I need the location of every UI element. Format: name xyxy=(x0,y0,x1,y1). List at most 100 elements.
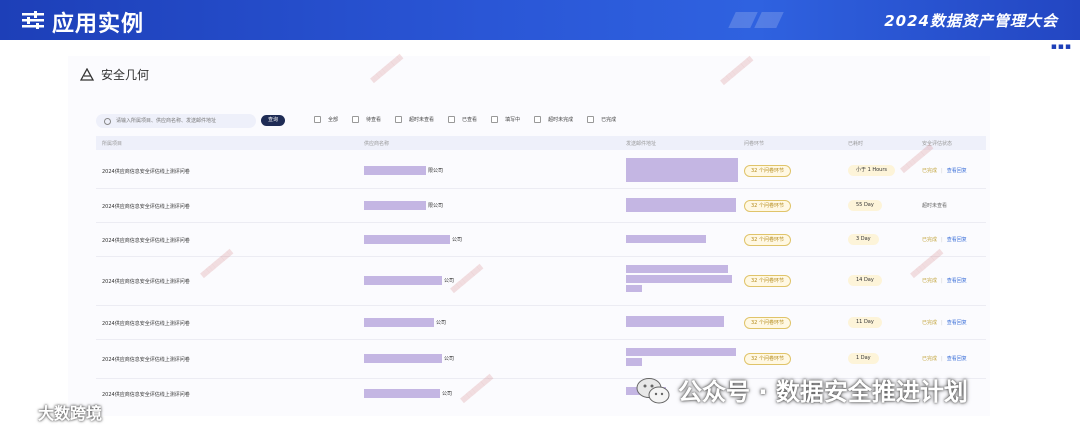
duration-badge: 3 Day xyxy=(848,234,879,245)
status-filters: 全部 待查看 超时未查看 已查看 填写中 超时未完成 已完成 xyxy=(314,116,630,123)
decor-stripe xyxy=(728,12,758,28)
project-cell: 2024供应商信息安全评估线上测评问卷 xyxy=(102,357,190,363)
redaction-block xyxy=(364,235,450,244)
filter-viewed[interactable]: 已查看 xyxy=(448,116,477,123)
watermark: ██████████ xyxy=(720,56,754,86)
filter-overdue-unviewed[interactable]: 超时未查看 xyxy=(395,116,434,123)
status-cell: 已完成 | 查看回复 xyxy=(922,168,967,174)
redaction-block xyxy=(626,275,732,283)
filter-overdue-incomplete[interactable]: 超时未完成 xyxy=(534,116,573,123)
project-cell: 2024供应商信息安全评估线上测评问卷 xyxy=(102,204,190,210)
checkbox[interactable] xyxy=(352,116,360,123)
right-brand: 公众号 · 数据安全推进计划 xyxy=(636,372,968,407)
redaction-block xyxy=(626,235,706,243)
project-cell: 2024供应商信息安全评估线上测评问卷 xyxy=(102,169,190,175)
email-cell xyxy=(626,265,732,294)
email-cell xyxy=(626,348,736,368)
redaction-block xyxy=(364,201,426,210)
project-cell: 2024供应商信息安全评估线上测评问卷 xyxy=(102,238,190,244)
checkbox[interactable] xyxy=(587,116,595,123)
phase-badge: 32 个问卷环节 xyxy=(744,200,791,212)
duration-badge: 小于 1 Hours xyxy=(848,165,896,176)
app-logo-icon xyxy=(80,68,95,81)
duration-badge: 14 Day xyxy=(848,275,882,286)
checkbox[interactable] xyxy=(314,116,321,123)
search-placeholder: 请输入所属项目、供应商名称、发送邮件地址 xyxy=(116,118,217,124)
left-brand: 大数跨境 xyxy=(12,400,102,424)
redaction-block xyxy=(364,166,426,175)
supplier-cell: 公司 xyxy=(364,235,462,244)
status-cell: 已完成 | 查看回复 xyxy=(922,237,967,243)
col-project: 所属项目 xyxy=(102,141,123,147)
query-button[interactable]: 查询 xyxy=(261,115,285,126)
conference-title: 2024数据资产管理大会 xyxy=(884,12,1058,30)
supplier-cell: 公司 xyxy=(364,354,454,363)
app-card: 安全几何 请输入所属项目、供应商名称、发送邮件地址 查询 全部 待查看 超时未查… xyxy=(68,54,990,416)
page-title: 应用实例 xyxy=(52,12,145,37)
supplier-cell: 公司 xyxy=(364,389,452,398)
card-title: 安全几何 xyxy=(80,66,149,83)
redaction-block xyxy=(364,276,442,285)
col-email: 发送邮件地址 xyxy=(626,141,657,147)
redaction-block xyxy=(626,265,728,273)
view-reply-link[interactable]: 查看回复 xyxy=(947,356,967,362)
col-duration: 已耗时 xyxy=(848,141,864,147)
redaction-block xyxy=(364,318,434,327)
filter-in-progress[interactable]: 填写中 xyxy=(491,116,520,123)
phase-badge: 32 个问卷环节 xyxy=(744,353,791,365)
redaction-block xyxy=(626,348,736,356)
view-reply-link[interactable]: 查看回复 xyxy=(947,237,967,243)
project-cell: 2024供应商信息安全评估线上测评问卷 xyxy=(102,279,190,285)
status-cell: 已完成 | 查看回复 xyxy=(922,278,967,284)
filter-completed[interactable]: 已完成 xyxy=(587,116,616,123)
table-row: 2024供应商信息安全评估线上测评问卷 限公司 32 个问卷环节 55 Day … xyxy=(96,189,986,223)
decor-dots: ▪▪▪ xyxy=(1050,42,1072,52)
view-reply-link[interactable]: 查看回复 xyxy=(947,278,967,284)
supplier-cell: 限公司 xyxy=(364,166,443,175)
phase-badge: 32 个问卷环节 xyxy=(744,317,791,329)
email-cell xyxy=(626,316,724,329)
sliders-icon xyxy=(22,11,44,29)
checkbox[interactable] xyxy=(448,116,456,123)
col-supplier: 供应商名称 xyxy=(364,141,390,147)
table-row: 2024供应商信息安全评估线上测评问卷 公司 32 个问卷环节 11 Day 已… xyxy=(96,306,986,340)
phase-badge: 32 个问卷环节 xyxy=(744,165,791,177)
search-icon xyxy=(104,118,111,125)
redaction-block xyxy=(364,354,442,363)
checkbox[interactable] xyxy=(491,116,499,123)
brand-logo-icon xyxy=(12,406,32,419)
email-cell xyxy=(626,158,738,184)
supplier-cell: 公司 xyxy=(364,276,454,285)
duration-badge: 55 Day xyxy=(848,200,882,211)
duration-badge: 11 Day xyxy=(848,317,882,328)
project-cell: 2024供应商信息安全评估线上测评问卷 xyxy=(102,321,190,327)
redaction-block xyxy=(364,389,440,398)
redaction-block xyxy=(626,158,738,182)
watermark: ██████████ xyxy=(370,54,404,84)
checkbox[interactable] xyxy=(534,116,542,123)
project-cell: 2024供应商信息安全评估线上测评问卷 xyxy=(102,392,190,398)
wechat-icon xyxy=(636,378,670,404)
email-cell xyxy=(626,235,706,245)
phase-badge: 32 个问卷环节 xyxy=(744,234,791,246)
view-reply-link[interactable]: 查看回复 xyxy=(947,320,967,326)
checkbox[interactable] xyxy=(395,116,403,123)
search-input[interactable]: 请输入所属项目、供应商名称、发送邮件地址 xyxy=(96,114,256,128)
filter-all[interactable]: 全部 xyxy=(314,116,338,123)
redaction-block xyxy=(626,285,642,292)
view-reply-link[interactable]: 查看回复 xyxy=(947,168,967,174)
decor-stripe xyxy=(754,12,784,28)
status-cell: 已完成 | 查看回复 xyxy=(922,356,967,362)
supplier-cell: 公司 xyxy=(364,318,446,327)
status-cell: 超时未查看 xyxy=(922,203,948,209)
header-banner: 应用实例 2024数据资产管理大会 xyxy=(0,0,1080,40)
table-row: 2024供应商信息安全评估线上测评问卷 限公司 32 个问卷环节 小于 1 Ho… xyxy=(96,152,986,189)
col-phase: 问卷环节 xyxy=(744,141,765,147)
status-cell: 已完成 | 查看回复 xyxy=(922,320,967,326)
redaction-block xyxy=(626,198,736,212)
table-row: 2024供应商信息安全评估线上测评问卷 公司 32 个问卷环节 14 Day 已… xyxy=(96,257,986,306)
email-cell xyxy=(626,198,736,214)
supplier-cell: 限公司 xyxy=(364,201,443,210)
filter-unviewed[interactable]: 待查看 xyxy=(352,116,381,123)
phase-badge: 32 个问卷环节 xyxy=(744,275,791,287)
